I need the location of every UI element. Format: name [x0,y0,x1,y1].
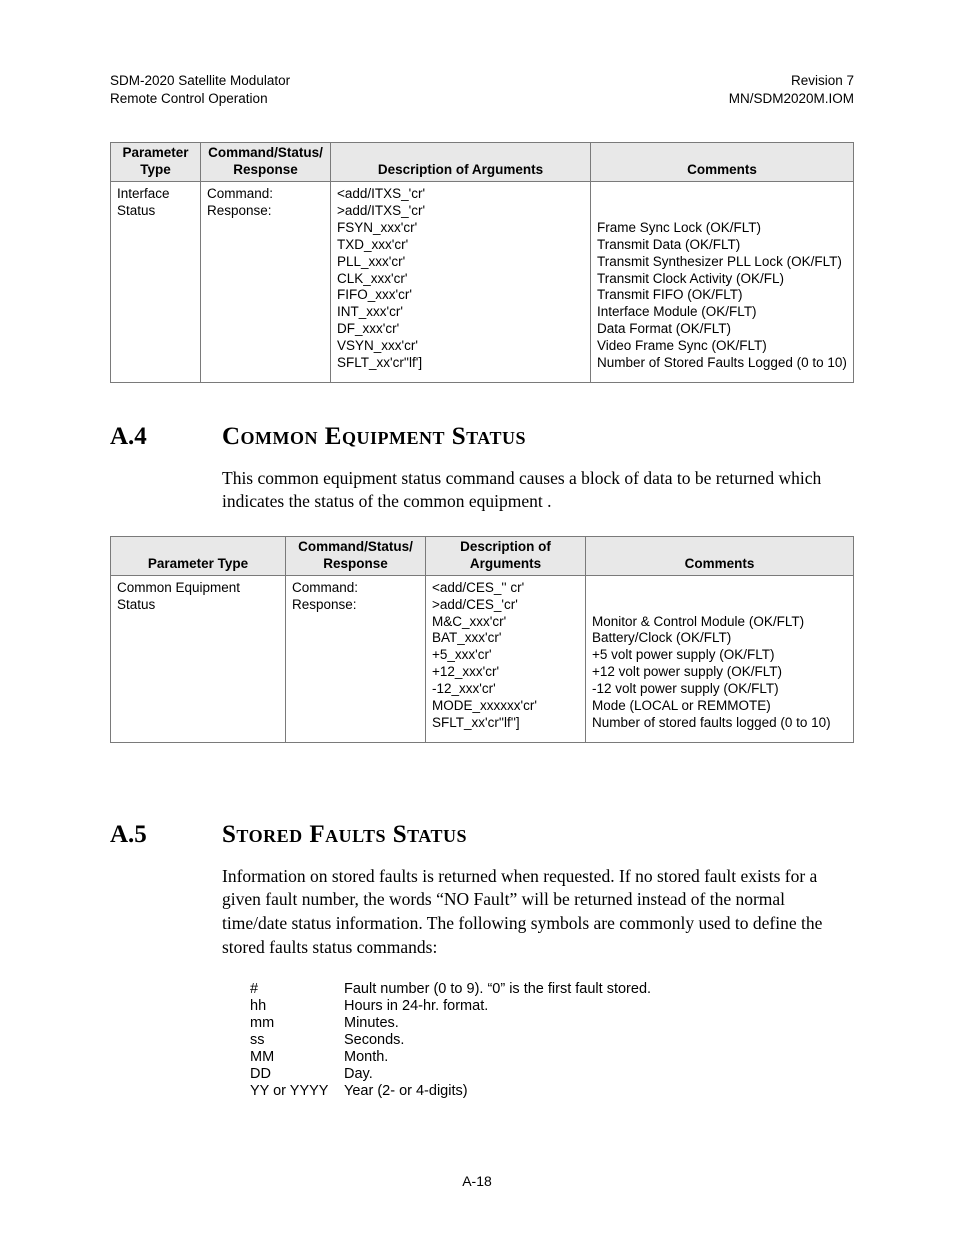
t2-h-csr: Command/Status/Response [286,537,426,576]
t1-h-comments: Comments [591,143,854,182]
t1-param: Interface Status [111,182,201,383]
table-row: Common Equipment Status Command: Respons… [111,575,854,742]
page-footer: A-18 [0,1173,954,1189]
t2-h-comments: Comments [586,537,854,576]
section-a5-paragraph: Information on stored faults is returned… [222,865,854,960]
section-a4-heading: A.4 Common Equipment Status [110,423,854,451]
section-title: Stored Faults Status [222,821,467,849]
symbol-row: hhHours in 24-hr. format. [250,998,854,1014]
symbol-row: mmMinutes. [250,1015,854,1031]
symbol-key: DD [250,1066,344,1082]
t2-h-args: Description ofArguments [426,537,586,576]
section-number: A.4 [110,423,222,451]
t2-param: Common Equipment Status [111,575,286,742]
symbol-value: Fault number (0 to 9). “0” is the first … [344,981,651,997]
symbol-row: MMMonth. [250,1049,854,1065]
symbol-value: Minutes. [344,1015,399,1031]
section-title: Common Equipment Status [222,423,526,451]
symbol-value: Day. [344,1066,373,1082]
page: SDM-2020 Satellite Modulator Remote Cont… [0,0,954,1235]
header-right-line1: Revision 7 [729,72,854,90]
t1-h-param: ParameterType [111,143,201,182]
header-left: SDM-2020 Satellite Modulator Remote Cont… [110,72,290,108]
symbol-definitions: #Fault number (0 to 9). “0” is the first… [250,981,854,1099]
t2-csr: Command: Response: [286,575,426,742]
symbol-value: Year (2- or 4-digits) [344,1083,468,1099]
symbol-row: YY or YYYYYear (2- or 4-digits) [250,1083,854,1099]
symbol-row: #Fault number (0 to 9). “0” is the first… [250,981,854,997]
symbol-row: DDDay. [250,1066,854,1082]
symbol-value: Month. [344,1049,388,1065]
t1-h-args: Description of Arguments [331,143,591,182]
symbol-key: mm [250,1015,344,1031]
t2-h-param: Parameter Type [111,537,286,576]
interface-status-table: ParameterType Command/Status/Response De… [110,142,854,382]
symbol-value: Seconds. [344,1032,404,1048]
symbol-key: ss [250,1032,344,1048]
header-right-line2: MN/SDM2020M.IOM [729,90,854,108]
t1-h-csr: Command/Status/Response [201,143,331,182]
header-right: Revision 7 MN/SDM2020M.IOM [729,72,854,108]
symbol-key: hh [250,998,344,1014]
t1-csr: Command: Response: [201,182,331,383]
symbol-key: YY or YYYY [250,1083,344,1099]
section-number: A.5 [110,821,222,849]
symbol-key: MM [250,1049,344,1065]
t1-args: <add/ITXS_'cr' >add/ITXS_'cr' FSYN_xxx'c… [331,182,591,383]
t2-comments: Monitor & Control Module (OK/FLT) Batter… [586,575,854,742]
header-left-line2: Remote Control Operation [110,90,290,108]
symbol-row: ssSeconds. [250,1032,854,1048]
page-header: SDM-2020 Satellite Modulator Remote Cont… [110,72,854,108]
t2-args: <add/CES_'' cr' >add/CES_'cr' M&C_xxx'cr… [426,575,586,742]
symbol-key: # [250,981,344,997]
section-a4-paragraph: This common equipment status command cau… [222,467,854,514]
t1-comments: Frame Sync Lock (OK/FLT) Transmit Data (… [591,182,854,383]
common-equipment-status-table: Parameter Type Command/Status/Response D… [110,536,854,743]
section-a5-heading: A.5 Stored Faults Status [110,821,854,849]
symbol-value: Hours in 24-hr. format. [344,998,488,1014]
table-row: Interface Status Command: Response: <add… [111,182,854,383]
header-left-line1: SDM-2020 Satellite Modulator [110,72,290,90]
